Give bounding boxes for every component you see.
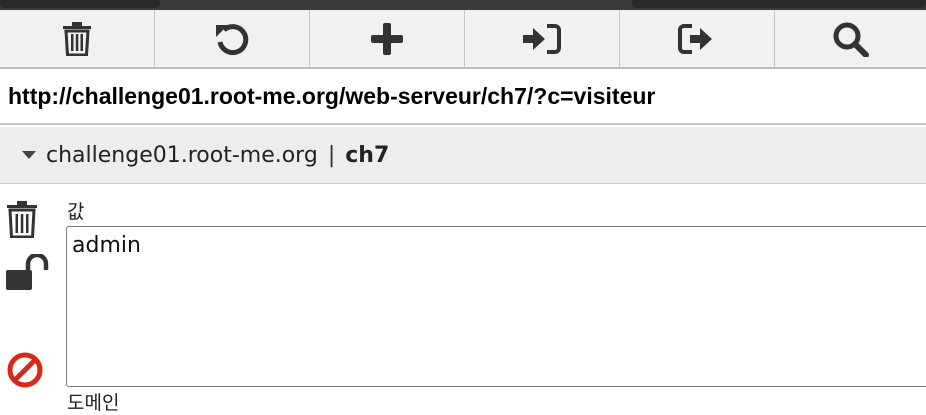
delete-cookie-icon[interactable]: [6, 200, 38, 242]
block-icon[interactable]: [6, 351, 44, 393]
cookie-domain: challenge01.root-me.org: [46, 142, 318, 168]
current-url: http://challenge01.root-me.org/web-serve…: [8, 82, 656, 109]
cookie-header[interactable]: challenge01.root-me.org | ch7: [0, 127, 926, 184]
delete-all-button[interactable]: [0, 10, 155, 67]
cookie-name: ch7: [345, 142, 390, 168]
plus-icon: [371, 22, 403, 55]
unlock-icon[interactable]: [6, 252, 50, 296]
add-button[interactable]: [310, 10, 465, 67]
url-bar: http://challenge01.root-me.org/web-serve…: [0, 69, 926, 125]
cookie-value-input[interactable]: admin: [66, 226, 926, 387]
cookie-actions: [0, 184, 56, 402]
search-icon: [832, 21, 870, 57]
export-button[interactable]: [620, 10, 775, 67]
sign-in-icon: [523, 23, 561, 54]
undo-icon: [214, 22, 250, 56]
value-label: 값: [67, 201, 85, 223]
tab-segment: [0, 0, 160, 8]
reset-button[interactable]: [155, 10, 310, 67]
toolbar: [0, 10, 926, 69]
expand-triangle-icon[interactable]: [22, 151, 36, 159]
tab-segment: [632, 0, 926, 8]
import-button[interactable]: [465, 10, 620, 67]
search-button[interactable]: [775, 10, 926, 67]
sign-out-icon: [678, 23, 716, 54]
window-top-strip: [0, 0, 926, 10]
header-separator: |: [327, 142, 336, 168]
trash-icon: [61, 21, 93, 56]
